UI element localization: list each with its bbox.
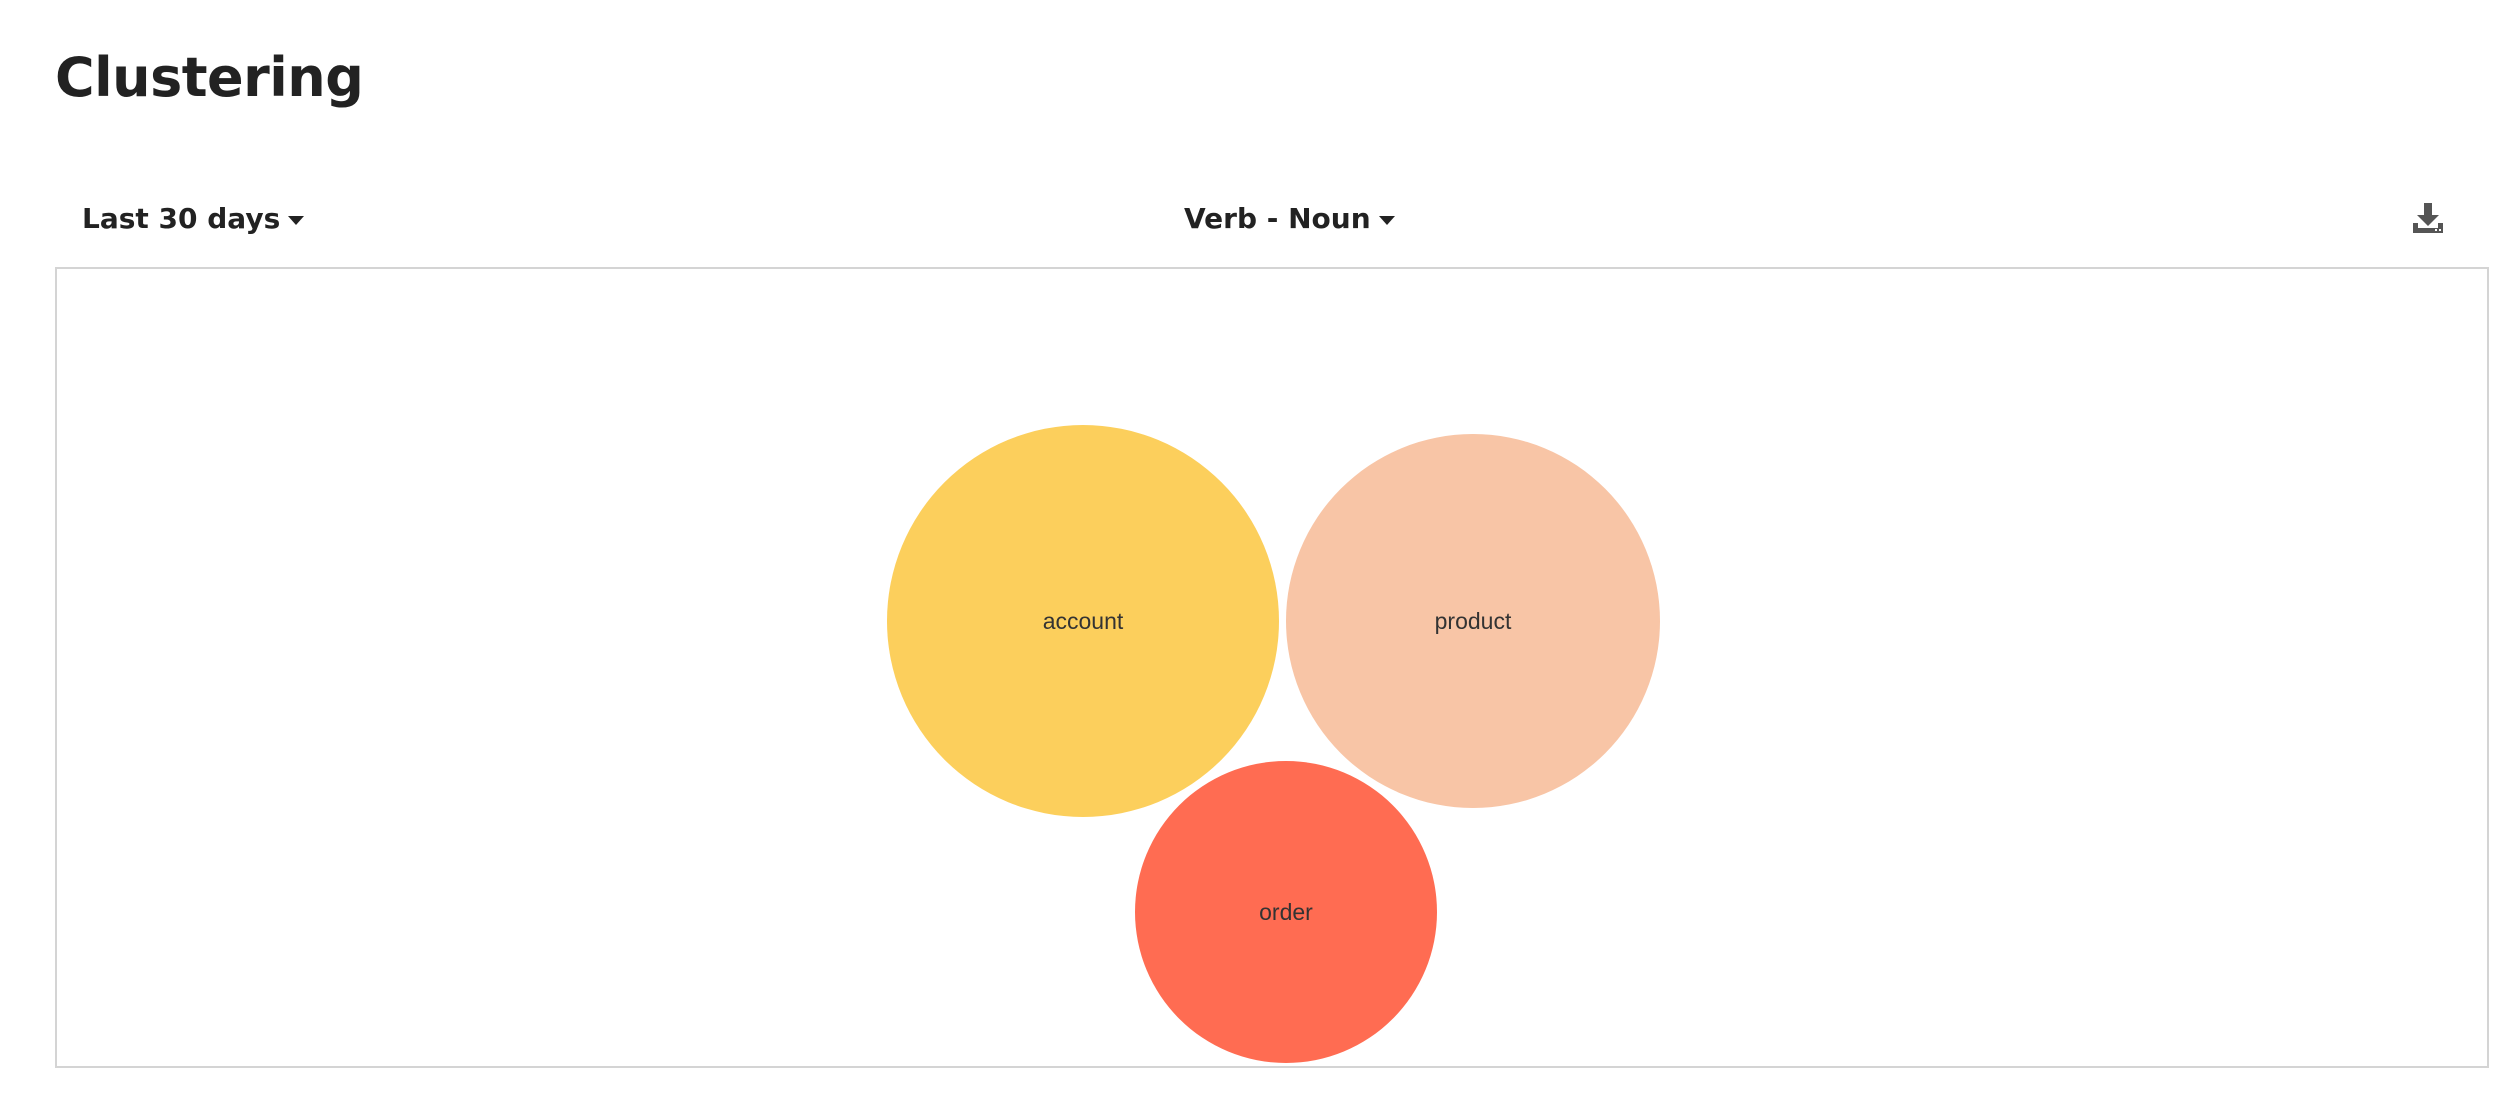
caret-down-icon (1378, 216, 1395, 225)
cluster-chart-panel: account product order (55, 267, 2489, 1068)
download-icon (2413, 203, 2443, 233)
page-title: Clustering (55, 46, 364, 109)
date-range-label: Last 30 days (82, 202, 281, 235)
bubble-label-order: order (1259, 899, 1313, 925)
download-button[interactable] (2410, 200, 2446, 236)
clustering-mode-dropdown[interactable]: Verb - Noun (1184, 199, 1395, 239)
caret-down-icon (288, 216, 305, 225)
bubble-label-account: account (1043, 608, 1124, 634)
clustering-mode-label: Verb - Noun (1184, 202, 1371, 235)
bubble-chart: account product order (887, 425, 1660, 1063)
bubble-order[interactable]: order (1135, 761, 1437, 1063)
date-range-dropdown[interactable]: Last 30 days (82, 199, 305, 239)
bubble-account[interactable]: account (887, 425, 1279, 817)
bubble-product[interactable]: product (1286, 434, 1660, 808)
bubble-label-product: product (1435, 608, 1512, 634)
